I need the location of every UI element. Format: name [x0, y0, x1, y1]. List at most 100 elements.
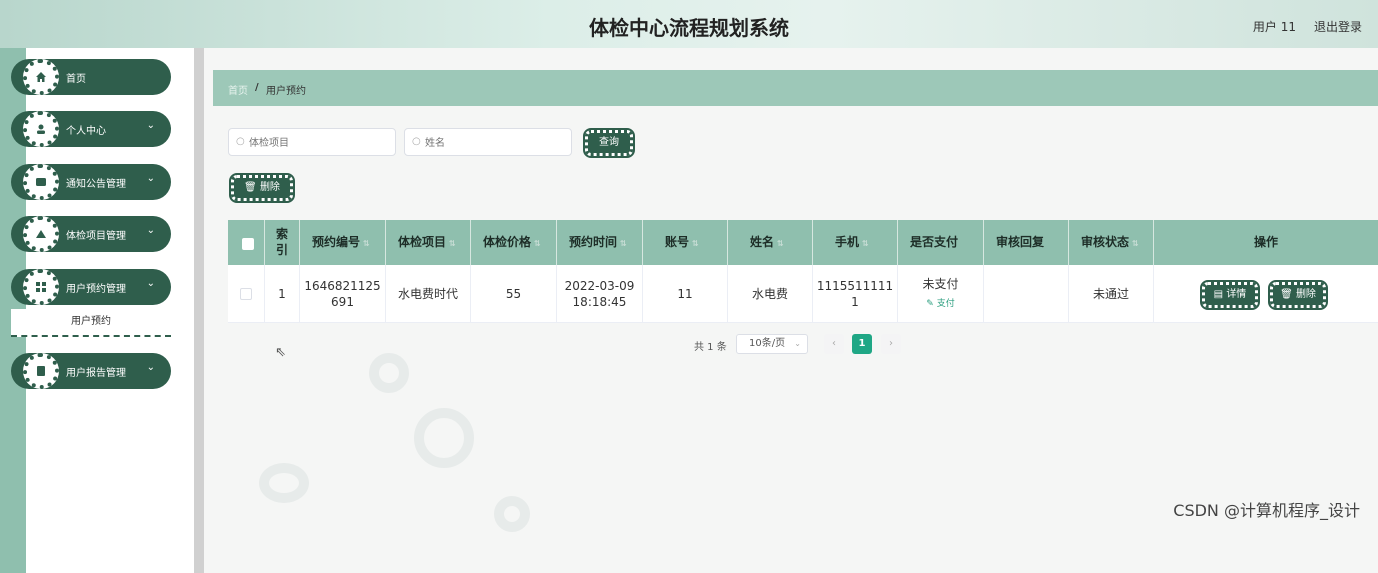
name-search-field[interactable]: ○: [404, 128, 572, 156]
cell-phone-line2: 1: [851, 295, 859, 309]
query-button[interactable]: 查询: [583, 128, 635, 158]
search-icon: ○: [412, 136, 421, 147]
chevron-down-icon: ⌄: [146, 278, 155, 289]
sort-icon: ⇅: [534, 239, 541, 248]
column-header-paid[interactable]: 是否支付: [898, 220, 984, 265]
sort-icon: ⇅: [449, 239, 456, 248]
column-header-label: 是否支付: [910, 235, 959, 249]
logout-link[interactable]: 退出登录: [1314, 18, 1362, 35]
background-decoration: [259, 463, 309, 503]
sort-icon: ⇅: [1132, 239, 1139, 248]
prev-page-button[interactable]: ‹: [824, 334, 844, 354]
cell-time-line2: 18:18:45: [572, 295, 627, 309]
chevron-down-icon: ⌄: [146, 120, 155, 131]
select-all-cell: [228, 220, 265, 265]
sidebar-item-label: 用户预约管理: [66, 284, 126, 295]
sidebar-subitem-booking[interactable]: 用户预约: [11, 309, 171, 337]
column-header-time[interactable]: 预约时间 ⇅: [557, 220, 643, 265]
cell-project: 水电费时代: [386, 265, 471, 323]
cell-account: 11: [643, 265, 728, 323]
column-header-label: 手机: [835, 235, 860, 249]
background-decoration: [494, 496, 530, 532]
table-header: 索 引 预约编号 ⇅ 体检项目 ⇅ 体检价格 ⇅ 预约时间 ⇅ 账号 ⇅ 姓名 ⇅ 手机 ⇅ …: [228, 220, 1378, 265]
sort-icon: ⇅: [862, 239, 869, 248]
column-header-label: 体检项目: [398, 235, 447, 249]
cell-review-reply: [984, 265, 1069, 323]
user-icon: [23, 111, 59, 147]
sidebar-item-notice[interactable]: 通知公告管理 ⌄: [11, 164, 171, 200]
breadcrumb-home[interactable]: 首页: [228, 82, 248, 97]
sort-icon: ⇅: [777, 239, 784, 248]
trash-icon: 🗑: [1280, 289, 1296, 300]
watermark: CSDN @计算机程序_设计: [1173, 501, 1360, 520]
select-all-checkbox[interactable]: [242, 238, 254, 250]
column-header-phone[interactable]: 手机 ⇅: [813, 220, 898, 265]
page-size-select[interactable]: 10条/页 ⌄: [736, 334, 808, 354]
current-user: 用户 11: [1252, 20, 1296, 34]
sidebar-item-project[interactable]: 体检项目管理 ⌄: [11, 216, 171, 252]
cell-booking-no: 1646821125 691: [300, 265, 386, 323]
sort-icon: ⇅: [363, 239, 370, 248]
cell-time-line1: 2022-03-09: [564, 279, 635, 293]
sidebar-item-home[interactable]: 首页: [11, 59, 171, 95]
chevron-down-icon: ⌄: [146, 173, 155, 184]
notice-icon: [23, 164, 59, 200]
cell-phone: 1115511111 1: [813, 265, 898, 323]
cell-booking-no-line2: 691: [331, 295, 354, 309]
home-icon: [23, 59, 59, 95]
column-header-booking-no[interactable]: 预约编号 ⇅: [300, 220, 386, 265]
project-search-input[interactable]: [249, 134, 389, 152]
column-header-actions: 操作: [1154, 220, 1378, 265]
row-delete-button[interactable]: 🗑 删除: [1268, 280, 1328, 310]
sidebar-item-label: 个人中心: [66, 126, 106, 137]
report-icon: [23, 353, 59, 389]
sidebar-item-booking[interactable]: 用户预约管理 ⌄: [11, 269, 171, 305]
cell-price: 55: [471, 265, 557, 323]
sidebar-item-label: 首页: [66, 74, 86, 85]
column-header-index[interactable]: 索 引: [265, 220, 300, 265]
cell-phone-line1: 1115511111: [816, 279, 894, 293]
bulk-delete-label: 删除: [259, 182, 280, 193]
column-header-label: 体检价格: [483, 235, 532, 249]
chevron-down-icon: ⌄: [146, 362, 155, 373]
column-header-label: 预约编号: [312, 235, 361, 249]
column-header-price[interactable]: 体检价格 ⇅: [471, 220, 557, 265]
next-page-button[interactable]: ›: [881, 334, 901, 354]
main-content: 首页 / 用户预约 ○ ○ 查询 🗑 删除 索 引 预约编号⇅ 体检项目⇅ 体检…: [204, 48, 1378, 573]
row-select-cell: [228, 265, 265, 323]
app-header: 体检中心流程规划系统 用户 11 退出登录: [0, 0, 1378, 48]
cell-time: 2022-03-09 18:18:45: [557, 265, 643, 323]
pay-link[interactable]: ✎ 支付: [926, 296, 954, 312]
cell-paid: 未支付 ✎ 支付: [898, 265, 984, 323]
paid-status: 未支付: [922, 277, 959, 291]
chevron-down-icon: ⌄: [794, 339, 801, 348]
row-delete-label: 删除: [1295, 289, 1316, 300]
bulk-delete-button[interactable]: 🗑 删除: [229, 173, 295, 203]
trash-icon: 🗑: [244, 182, 257, 193]
app-title: 体检中心流程规划系统: [589, 16, 789, 40]
background-decoration: [369, 353, 409, 393]
name-search-input[interactable]: [425, 134, 565, 152]
sidebar-item-personal-center[interactable]: 个人中心 ⌄: [11, 111, 171, 147]
page-1-button[interactable]: 1: [852, 334, 872, 354]
cell-actions: ▤ 详情 🗑 删除: [1154, 265, 1378, 323]
column-header-name[interactable]: 姓名 ⇅: [728, 220, 813, 265]
detail-button[interactable]: ▤ 详情: [1200, 280, 1260, 310]
sort-icon: ⇅: [620, 239, 627, 248]
column-header-account[interactable]: 账号 ⇅: [643, 220, 728, 265]
column-header-label: 预约时间: [569, 235, 618, 249]
column-header-label: 账号: [665, 235, 690, 249]
column-header-project[interactable]: 体检项目 ⇅: [386, 220, 471, 265]
column-header-index-line2: 引: [275, 243, 288, 257]
pay-link-label: 支付: [936, 299, 955, 309]
project-search-field[interactable]: ○: [228, 128, 396, 156]
row-checkbox[interactable]: [240, 288, 252, 300]
column-header-label: 姓名: [750, 235, 775, 249]
column-header-review-reply[interactable]: 审核回复: [984, 220, 1069, 265]
cell-name: 水电费: [728, 265, 813, 323]
sidebar-divider: [194, 48, 204, 573]
grid-icon: [23, 269, 59, 305]
sidebar-item-report[interactable]: 用户报告管理 ⌄: [11, 353, 171, 389]
column-header-review-status[interactable]: 审核状态 ⇅: [1069, 220, 1154, 265]
column-header-index-line1: 索: [275, 227, 288, 241]
